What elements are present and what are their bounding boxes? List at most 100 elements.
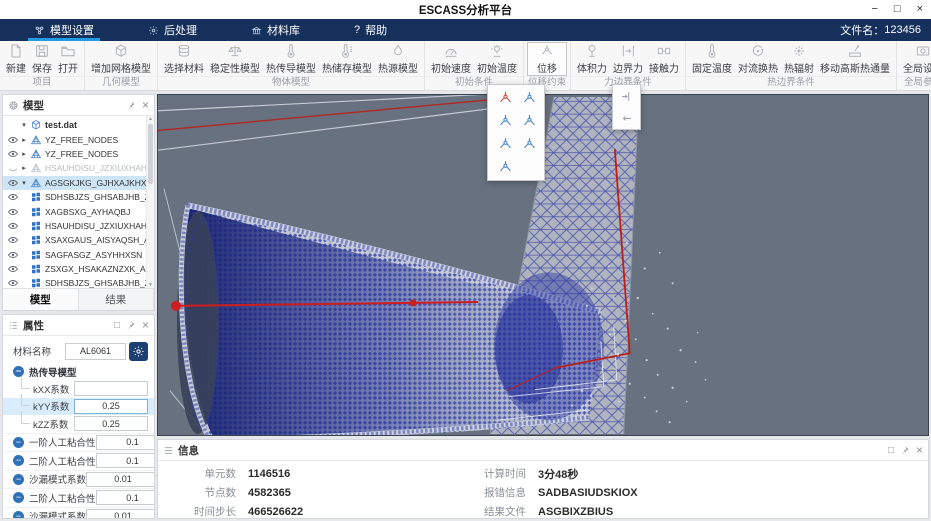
stability-model-button[interactable]: 稳定性模型 bbox=[207, 42, 263, 76]
fixed-temperature-button[interactable]: 固定温度 bbox=[689, 42, 735, 76]
moving-gauss-flux-button[interactable]: 移动高斯热通量 bbox=[817, 42, 893, 76]
expand-icon[interactable] bbox=[19, 179, 29, 187]
collapse-icon[interactable] bbox=[13, 492, 24, 504]
tree-item[interactable]: YZ_FREE_NODES bbox=[3, 132, 146, 146]
tree-item-hidden[interactable]: HSAUHDISU_JZXIUXHAHX bbox=[3, 161, 146, 175]
hourglass-coefficient-input-2[interactable]: 0.01 bbox=[86, 508, 154, 518]
ribbon-group-project: 新建 保存 打开 项目 bbox=[0, 41, 85, 90]
tree-item[interactable]: SDHSBJZS_GHSABJHB_ZAHU bbox=[3, 276, 146, 288]
tab-results[interactable]: 结果 bbox=[79, 289, 154, 310]
body-force-button[interactable]: 体积力 bbox=[574, 42, 610, 76]
title-bar: ESCASS分析平台 − □ × bbox=[0, 0, 931, 19]
initial-velocity-button[interactable]: 初始速度 bbox=[428, 42, 474, 76]
pin-icon[interactable] bbox=[126, 320, 136, 330]
close-panel-icon[interactable] bbox=[142, 98, 149, 112]
tree-item[interactable]: SDHSBJZS_GHSABJHB_ZAHU bbox=[3, 190, 146, 204]
heat-conduction-button[interactable]: 热传导模型 bbox=[263, 42, 319, 76]
application-window: ESCASS分析平台 − □ × 模型设置 后处理 材料库 ? 帮助 文件名： 1… bbox=[0, 0, 931, 520]
global-settings-button[interactable]: 全局设置 bbox=[900, 42, 931, 76]
tab-model-settings[interactable]: 模型设置 bbox=[26, 19, 102, 41]
model-tree-list: test.dat YZ_FREE_NODES YZ_FREE_NODES bbox=[3, 116, 154, 288]
ribbon-group-label: 物体模型 bbox=[158, 76, 424, 90]
new-button[interactable]: 新建 bbox=[3, 42, 29, 76]
hourglass-coefficient-input[interactable]: 0.01 bbox=[86, 471, 154, 487]
eye-icon[interactable] bbox=[7, 177, 19, 189]
tree-item-selected[interactable]: AGSGKJKG_GJHXAJKHXA bbox=[3, 175, 146, 190]
scrollbar-thumb bbox=[148, 124, 153, 184]
constraint-option[interactable] bbox=[493, 133, 517, 156]
constraint-option[interactable] bbox=[517, 87, 541, 110]
tree-item[interactable]: YZ_FREE_NODES bbox=[3, 147, 146, 161]
contact-force-button[interactable]: 接触力 bbox=[646, 42, 682, 76]
constraint-option[interactable] bbox=[493, 156, 517, 179]
displacement-button[interactable]: 位移 bbox=[527, 42, 567, 76]
maximize-panel-icon[interactable] bbox=[114, 320, 120, 331]
tab-model[interactable]: 模型 bbox=[3, 289, 79, 310]
eye-icon[interactable] bbox=[7, 134, 19, 146]
normal-contact-icon[interactable] bbox=[620, 90, 633, 103]
expand-icon[interactable] bbox=[19, 150, 29, 158]
convection-button[interactable]: 对流换热 bbox=[735, 42, 781, 76]
eye-icon[interactable] bbox=[7, 220, 19, 232]
eye-icon[interactable] bbox=[7, 277, 19, 288]
second-order-viscosity-input-2[interactable]: 0.1 bbox=[95, 490, 154, 506]
open-folder-icon bbox=[60, 43, 76, 59]
first-order-viscosity-row: 一阶人工粘合性 0.1 bbox=[3, 432, 154, 452]
constraint-option[interactable] bbox=[517, 133, 541, 156]
tab-post-processing[interactable]: 后处理 bbox=[140, 19, 205, 41]
restore-icon[interactable]: □ bbox=[894, 0, 901, 19]
add-mesh-model-button[interactable]: 增加网格模型 bbox=[88, 42, 154, 76]
open-button[interactable]: 打开 bbox=[55, 42, 81, 76]
tree-item[interactable]: XAGBSXG_AYHAQBJ bbox=[3, 204, 146, 218]
pin-icon[interactable] bbox=[126, 100, 136, 110]
select-material-button[interactable]: 选择材料 bbox=[161, 42, 207, 76]
collapse-icon[interactable] bbox=[13, 473, 24, 485]
eye-icon[interactable] bbox=[7, 249, 19, 261]
kyy-input[interactable]: 0.25 bbox=[74, 398, 148, 414]
expand-icon[interactable] bbox=[19, 164, 29, 172]
constraint-option-selected[interactable] bbox=[493, 87, 517, 110]
close-panel-icon[interactable] bbox=[142, 318, 149, 332]
tree-item-root[interactable]: test.dat bbox=[3, 118, 146, 132]
eye-off-icon[interactable] bbox=[7, 162, 19, 174]
tree-item[interactable]: ZSXGX_HSAKAZNZXK_AHASX bbox=[3, 262, 146, 276]
eye-icon[interactable] bbox=[7, 206, 19, 218]
initial-temperature-button[interactable]: 初始温度 bbox=[474, 42, 520, 76]
kzz-input[interactable]: 0.25 bbox=[74, 416, 148, 432]
tree-item[interactable]: HSAUHDISU_JZXIUXHAHX bbox=[3, 219, 146, 233]
collapse-icon[interactable] bbox=[13, 510, 24, 518]
tab-help[interactable]: ? 帮助 bbox=[346, 19, 395, 41]
collapse-icon[interactable] bbox=[13, 436, 24, 448]
constraint-option[interactable] bbox=[517, 110, 541, 133]
minimize-icon[interactable]: − bbox=[871, 0, 877, 19]
save-button[interactable]: 保存 bbox=[29, 42, 55, 76]
thermal-radiation-button[interactable]: 热辐射 bbox=[781, 42, 817, 76]
pin-icon[interactable] bbox=[900, 445, 910, 455]
eye-icon[interactable] bbox=[7, 148, 19, 160]
boundary-force-button[interactable]: 边界力 bbox=[610, 42, 646, 76]
expand-icon[interactable] bbox=[19, 136, 29, 144]
material-settings-button[interactable] bbox=[129, 341, 148, 361]
material-name-input[interactable]: AL6061 bbox=[65, 342, 126, 360]
expand-icon[interactable] bbox=[19, 121, 29, 129]
heat-source-button[interactable]: 热源模型 bbox=[375, 42, 421, 76]
kxx-input[interactable] bbox=[74, 381, 148, 397]
tab-material-library[interactable]: 材料库 bbox=[243, 19, 308, 41]
tree-item[interactable]: XSAXGAUS_AISYAQSH_ASHX bbox=[3, 233, 146, 247]
constraint-option[interactable] bbox=[493, 110, 517, 133]
ribbon-toolbar: 新建 保存 打开 项目 增加网格模型 几何模型 选择材料 稳定性模型 热传导模型… bbox=[0, 41, 931, 91]
first-order-viscosity-input[interactable]: 0.1 bbox=[95, 434, 154, 450]
tangential-contact-icon[interactable] bbox=[620, 112, 633, 125]
tree-scrollbar[interactable]: ▲ ▼ bbox=[146, 116, 154, 288]
eye-icon[interactable] bbox=[7, 234, 19, 246]
scroll-up-icon: ▲ bbox=[148, 116, 153, 122]
collapse-icon[interactable] bbox=[13, 455, 24, 467]
close-panel-icon[interactable] bbox=[916, 443, 923, 457]
heat-storage-button[interactable]: 热储存模型 bbox=[319, 42, 375, 76]
tree-item[interactable]: SAGFASGZ_ASYHHXSN bbox=[3, 248, 146, 262]
second-order-viscosity-input[interactable]: 0.1 bbox=[95, 453, 154, 469]
close-icon[interactable]: × bbox=[917, 0, 923, 19]
eye-icon[interactable] bbox=[7, 191, 19, 203]
eye-icon[interactable] bbox=[7, 263, 19, 275]
maximize-panel-icon[interactable] bbox=[888, 445, 894, 456]
